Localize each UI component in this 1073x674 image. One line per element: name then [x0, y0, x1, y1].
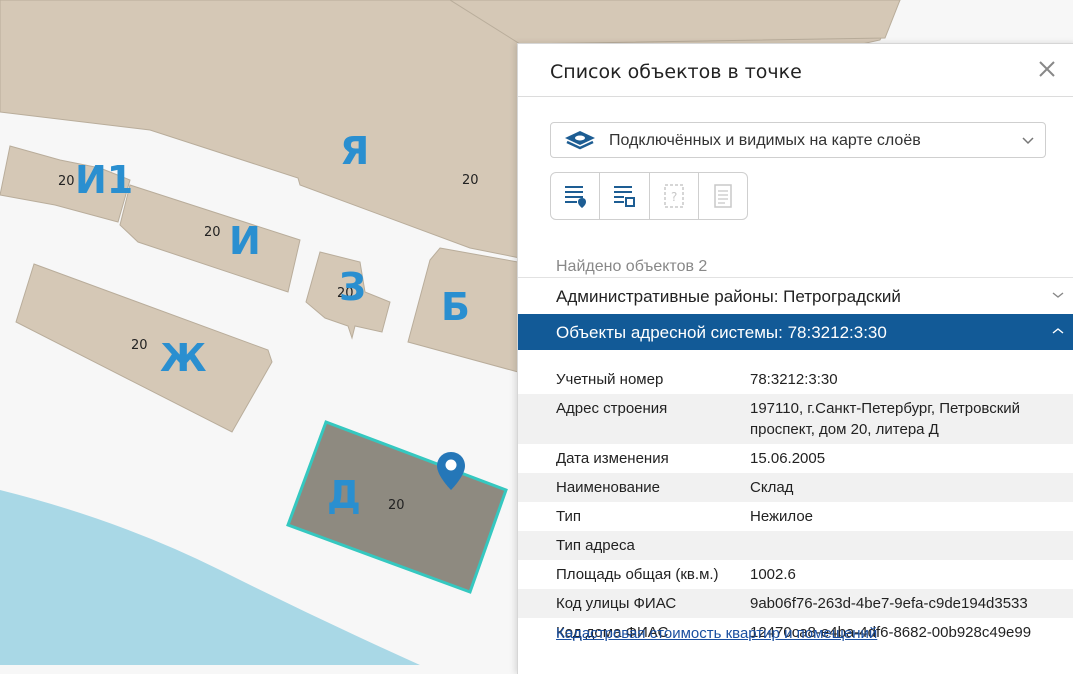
unknown-object-icon: ? [663, 184, 684, 208]
list-marker-button[interactable] [551, 173, 601, 219]
close-icon[interactable] [1036, 58, 1058, 80]
unknown-object-button[interactable]: ? [650, 173, 699, 219]
layer-select-value: Подключённых и видимых на карте слоёв [609, 132, 921, 149]
objects-panel: Список объектов в точке Подключённых и в… [517, 43, 1073, 674]
svg-text:20: 20 [131, 338, 148, 353]
svg-text:?: ? [671, 190, 677, 204]
chevron-down-icon [1052, 292, 1064, 298]
accordion-address-objects[interactable]: Объекты адресной системы: 78:3212:3:30 [518, 314, 1073, 350]
svg-text:20: 20 [58, 174, 75, 189]
found-count: Найдено объектов 2 [556, 258, 708, 275]
cadastral-value-link[interactable]: Кадастровая стоимость квартир и помещени… [556, 625, 877, 642]
attr-row: Дата изменения 15.06.2005 [556, 450, 826, 467]
attributes-table: Учетный номер 78:3212:3:30 Адрес строения… [518, 365, 1073, 647]
panel-header: Список объектов в точке [518, 44, 1073, 97]
layer-select[interactable]: Подключённых и видимых на карте слоёв [550, 122, 1046, 158]
document-icon [714, 184, 732, 208]
attr-row: Наименование Склад [518, 473, 1073, 502]
label-i1: И1 [75, 158, 133, 202]
list-area-button[interactable] [600, 173, 650, 219]
document-button[interactable] [699, 173, 747, 219]
accordion-admin-districts[interactable]: Административные районы: Петроградский [518, 277, 1073, 313]
list-area-icon [614, 186, 636, 207]
label-zh: Ж [160, 336, 207, 380]
svg-text:20: 20 [204, 225, 221, 240]
attr-row: Тип Нежилое [556, 508, 814, 525]
attr-row: Код улицы ФИАС 9ab06f76-263d-4be7-9efa-c9… [518, 589, 1073, 618]
list-marker-icon [565, 186, 587, 208]
label-ya: Я [340, 129, 369, 173]
chevron-down-icon [1022, 137, 1034, 145]
svg-text:20: 20 [462, 173, 479, 188]
attr-row: Адрес строения 197110, г.Санкт-Петербург,… [518, 394, 1073, 444]
panel-title: Список объектов в точке [550, 61, 802, 83]
attr-row: Площадь общая (кв.м.) 1002.6 [556, 566, 796, 583]
view-toolbar: ? [550, 172, 748, 220]
attr-row: Тип адреса [518, 531, 1073, 560]
label-b: Б [441, 285, 470, 329]
label-i: И [229, 219, 261, 263]
label-z: З [339, 265, 366, 309]
layers-icon [565, 131, 595, 150]
chevron-up-icon [1052, 328, 1064, 334]
svg-text:20: 20 [388, 498, 405, 513]
label-d: Д [327, 473, 361, 517]
attr-row: Учетный номер 78:3212:3:30 [556, 371, 838, 388]
